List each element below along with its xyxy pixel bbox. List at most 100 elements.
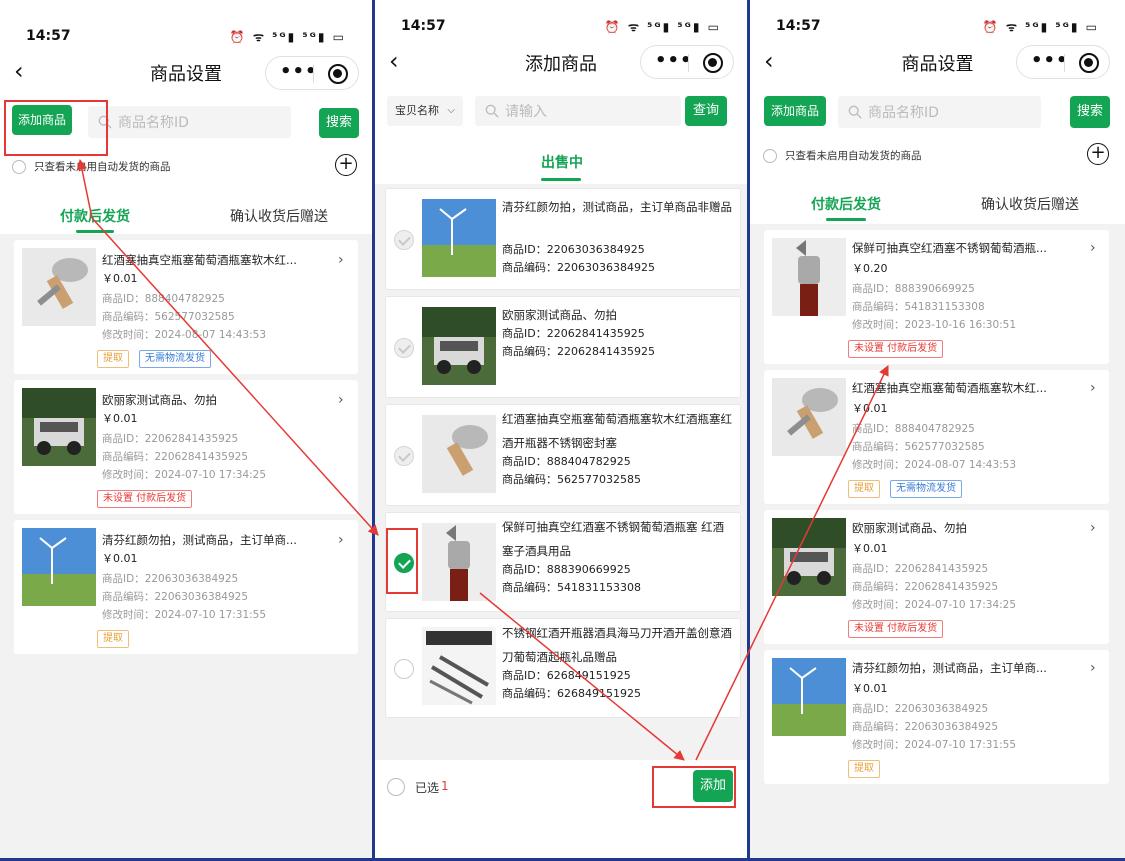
more-icon[interactable]: ••• (655, 50, 693, 71)
extract-tag[interactable]: 提取 (97, 630, 129, 648)
status-icons: ⏰ ᯤ ⁵ᴳ▮ ⁵ᴳ▮ ▭ (229, 30, 346, 44)
product-list-item[interactable]: 红酒塞抽真空瓶塞葡萄酒瓶塞软木红酒瓶塞红酒开瓶器不锈钢密封塞 商品ID：8884… (385, 404, 741, 506)
search-icon (98, 115, 112, 129)
close-target-icon[interactable] (328, 64, 348, 84)
product-id-row: 商品ID：888390669925 (502, 563, 631, 576)
select-all-radio[interactable] (387, 778, 405, 796)
extract-tag[interactable]: 提取 (97, 350, 129, 368)
filter-radio[interactable] (763, 149, 777, 163)
disabled-checkbox (394, 230, 414, 250)
search-placeholder: 商品名称ID (118, 115, 189, 131)
not-set-tag[interactable]: 未设置 付款后发货 (97, 490, 193, 508)
chevron-right-icon[interactable]: › (1090, 240, 1096, 256)
product-card[interactable]: 欧丽家测试商品、勿拍 › ￥0.01 商品ID：22062841435925 商… (14, 380, 358, 514)
nav-bar: ‹ 商品设置 ••• (750, 40, 1125, 84)
add-icon[interactable]: + (1087, 143, 1109, 165)
product-price: ￥0.01 (102, 412, 138, 425)
product-title: 红酒塞抽真空瓶塞葡萄酒瓶塞软木红... (852, 381, 1047, 395)
product-card[interactable]: 红酒塞抽真空瓶塞葡萄酒瓶塞软木红... › ￥0.01 商品ID：8884047… (14, 240, 358, 374)
tab-on-sale[interactable]: 出售中 (541, 152, 583, 172)
extract-tag[interactable]: 提取 (848, 480, 880, 498)
product-id-row: 商品ID：888404782925 (102, 293, 225, 305)
product-id-row: 商品ID：22063036384925 (502, 243, 645, 256)
product-card[interactable]: 欧丽家测试商品、勿拍 › ￥0.01 商品ID：22062841435925 商… (764, 510, 1109, 644)
query-button[interactable]: 查询 (685, 96, 727, 126)
tab-bar: 出售中 (375, 138, 747, 184)
product-list-item-selected[interactable]: 保鲜可抽真空红酒塞不锈钢葡萄酒瓶塞 红酒塞子酒具用品 商品ID：88839066… (385, 512, 741, 612)
filter-radio[interactable] (12, 160, 26, 174)
tab-after-confirm[interactable]: 确认收货后赠送 (230, 206, 328, 226)
product-thumbnail-wine-stopper (422, 415, 496, 493)
product-list-item[interactable]: 欧丽家测试商品、勿拍 商品ID：22062841435925 商品编码：2206… (385, 296, 741, 398)
not-set-tag[interactable]: 未设置 付款后发货 (848, 340, 944, 358)
product-card[interactable]: 红酒塞抽真空瓶塞葡萄酒瓶塞软木红... › ￥0.01 商品ID：8884047… (764, 370, 1109, 504)
search-button[interactable]: 搜索 (1070, 96, 1110, 128)
tab-after-confirm[interactable]: 确认收货后赠送 (981, 194, 1079, 214)
product-list-item[interactable]: 不锈钢红酒开瓶器酒具海马刀开酒开盖创意酒刀葡萄酒起瓶礼品赠品 商品ID：6268… (385, 618, 741, 718)
tab-after-payment[interactable]: 付款后发货 (60, 206, 130, 226)
product-title: 红酒塞抽真空瓶塞葡萄酒瓶塞软木红酒瓶塞红酒开瓶器不锈钢密封塞 (502, 412, 732, 450)
product-code-row: 商品编码：626849151925 (502, 687, 641, 700)
phone-screen-product-settings-after: 14:57 ⏰ ᯤ ⁵ᴳ▮ ⁵ᴳ▮ ▭ ‹ 商品设置 ••• 添加商品 商品名称… (750, 0, 1125, 861)
product-list-item[interactable]: 清芬红颜勿拍，测试商品，主订单商品非赠品 商品ID：22063036384925… (385, 188, 741, 290)
selected-checkbox[interactable] (394, 553, 414, 573)
status-time: 14:57 (401, 18, 446, 34)
nav-bar: ‹ 商品设置 ••• (0, 50, 372, 94)
product-thumbnail-jeep (22, 388, 96, 466)
product-thumbnail-jeep (772, 518, 846, 596)
keyword-placeholder: 请输入 (505, 104, 547, 120)
product-card[interactable]: 保鲜可抽真空红酒塞不锈钢葡萄酒瓶... › ￥0.20 商品ID：8883906… (764, 230, 1109, 364)
close-target-icon[interactable] (703, 53, 723, 73)
modified-time-row: 修改时间：2024-07-10 17:31:55 (852, 739, 1017, 751)
product-code-row: 商品编码：562577032585 (502, 473, 641, 486)
search-row: 宝贝名称 ⌵ 请输入 查询 (375, 84, 747, 138)
mini-program-capsule: ••• (640, 45, 734, 79)
no-logistics-tag[interactable]: 无需物流发货 (890, 480, 962, 498)
product-code-row: 商品编码：562577032585 (852, 441, 985, 453)
product-price: ￥0.01 (102, 272, 138, 285)
product-price: ￥0.01 (102, 552, 138, 565)
tab-bar: 付款后发货 确认收货后赠送 (750, 176, 1125, 224)
extract-tag[interactable]: 提取 (848, 760, 880, 778)
close-target-icon[interactable] (1079, 53, 1099, 73)
product-card[interactable]: 清芬红颜勿拍，测试商品，主订单商... › ￥0.01 商品ID：2206303… (14, 520, 358, 654)
chevron-right-icon[interactable]: › (1090, 380, 1096, 396)
status-bar: 14:57 ⏰ ᯤ ⁵ᴳ▮ ⁵ᴳ▮ ▭ (0, 0, 372, 50)
no-logistics-tag[interactable]: 无需物流发货 (139, 350, 211, 368)
product-title: 不锈钢红酒开瓶器酒具海马刀开酒开盖创意酒刀葡萄酒起瓶礼品赠品 (502, 626, 732, 664)
status-icons: ⏰ ᯤ ⁵ᴳ▮ ⁵ᴳ▮ ▭ (604, 20, 721, 34)
mini-program-capsule: ••• (265, 56, 359, 90)
search-row: 添加商品 商品名称ID 搜索 (750, 84, 1125, 136)
search-input[interactable]: 商品名称ID (88, 106, 291, 138)
add-icon[interactable]: + (335, 154, 357, 176)
more-icon[interactable]: ••• (1031, 50, 1069, 71)
chevron-right-icon[interactable]: › (338, 532, 344, 548)
unchecked-checkbox[interactable] (394, 659, 414, 679)
product-id-row: 商品ID：888404782925 (502, 455, 631, 468)
product-card[interactable]: 清芬红颜勿拍，测试商品，主订单商... › ￥0.01 商品ID：2206303… (764, 650, 1109, 784)
product-thumbnail-fresh-stopper (422, 523, 496, 601)
chevron-right-icon[interactable]: › (1090, 520, 1096, 536)
add-product-button[interactable]: 添加商品 (764, 96, 826, 126)
chevron-right-icon[interactable]: › (338, 392, 344, 408)
search-input[interactable]: 商品名称ID (838, 96, 1041, 128)
chevron-down-icon: ⌵ (447, 105, 455, 116)
phone-screen-add-product: 14:57 ⏰ ᯤ ⁵ᴳ▮ ⁵ᴳ▮ ▭ ‹ 添加商品 ••• 宝贝名称 ⌵ 请输… (375, 0, 747, 861)
product-title: 欧丽家测试商品、勿拍 (502, 308, 617, 322)
product-price: ￥0.01 (852, 402, 888, 415)
more-icon[interactable]: ••• (280, 61, 318, 82)
add-product-button[interactable]: 添加商品 (12, 105, 72, 135)
chevron-right-icon[interactable]: › (1090, 660, 1096, 676)
not-set-tag[interactable]: 未设置 付款后发货 (848, 620, 944, 638)
keyword-input[interactable]: 请输入 (475, 96, 681, 126)
chevron-right-icon[interactable]: › (338, 252, 344, 268)
modified-time-row: 修改时间：2023-10-16 16:30:51 (852, 319, 1017, 331)
add-button[interactable]: 添加 (693, 770, 733, 802)
product-code-row: 商品编码：541831153308 (502, 581, 641, 594)
search-button[interactable]: 搜索 (319, 108, 359, 138)
status-time: 14:57 (776, 18, 821, 34)
product-code-row: 商品编码：22062841435925 (102, 451, 249, 463)
search-field-select[interactable]: 宝贝名称 ⌵ (387, 96, 463, 126)
product-title: 欧丽家测试商品、勿拍 (852, 521, 967, 535)
tab-after-payment[interactable]: 付款后发货 (811, 194, 881, 214)
